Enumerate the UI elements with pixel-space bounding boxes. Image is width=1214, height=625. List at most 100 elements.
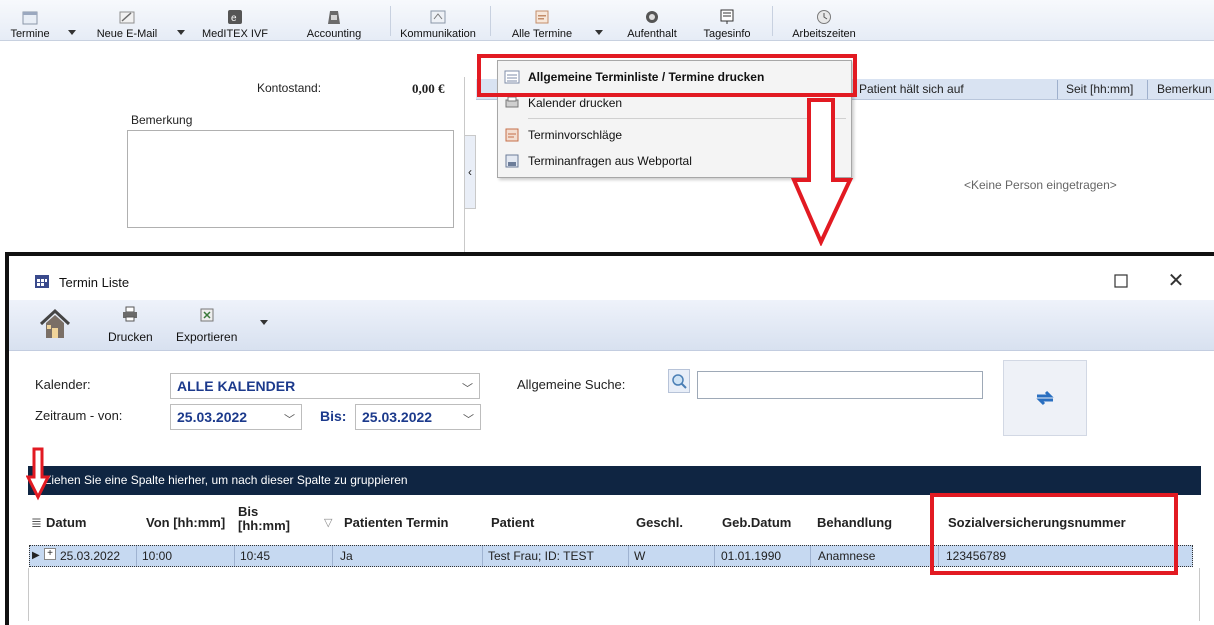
termine-dropdown-arrow[interactable] (68, 30, 76, 35)
neue-email-label: Neue E-Mail (96, 28, 158, 40)
chevron-down-icon: ﹀ (463, 414, 474, 426)
chevron-down-icon: ﹀ (284, 414, 295, 426)
close-icon[interactable]: ✕ (1165, 270, 1187, 292)
cell-patient: Test Frau; ID: TEST (488, 549, 594, 563)
column-header-behandlung[interactable]: Behandlung (817, 515, 892, 530)
accounting-button[interactable]: Accounting (298, 4, 370, 40)
grid-empty-area (28, 568, 1200, 621)
column-chooser-icon[interactable]: ≣ (31, 515, 42, 531)
drucken-button[interactable]: Drucken (108, 306, 153, 344)
kontostand-value: 0,00 € (412, 81, 445, 96)
alle-termine-dropdown-arrow[interactable] (595, 30, 603, 35)
exportieren-label: Exportieren (176, 330, 238, 344)
kalender-select[interactable]: ALLE KALENDER ﹀ (170, 373, 480, 399)
cell-bis: 10:45 (240, 549, 271, 563)
clock-icon (816, 9, 832, 25)
menu-item-label: Kalender drucken (528, 96, 623, 110)
kalender-label: Kalender: (35, 377, 91, 392)
column-divider (1147, 80, 1148, 99)
menu-item-terminvorschlaege[interactable]: Terminvorschläge (504, 125, 622, 145)
alle-termine-button[interactable]: Alle Termine (503, 4, 581, 40)
neue-email-dropdown-arrow[interactable] (177, 30, 185, 35)
cell-divider (628, 546, 629, 566)
kommunikation-label: Kommunikation (400, 28, 476, 40)
column-header-geschl[interactable]: Geschl. (636, 515, 683, 530)
email-icon (119, 9, 135, 25)
annotation-highlight-menu (477, 54, 857, 97)
column-header-patient[interactable]: Patient (491, 515, 534, 530)
cell-datum: 25.03.2022 (60, 549, 121, 563)
export-dropdown-arrow[interactable] (260, 320, 268, 325)
collapse-panel-handle[interactable]: ‹ (464, 135, 476, 209)
cell-divider (136, 546, 137, 566)
meditex-ivf-button[interactable]: e MedITEX IVF (201, 4, 269, 40)
cell-divider (482, 546, 483, 566)
calendar-list-icon (534, 9, 550, 25)
bemerkung-textarea[interactable] (127, 130, 454, 228)
bis-label: Bis: (320, 408, 347, 424)
search-input[interactable] (697, 371, 983, 399)
print-calendar-icon (504, 95, 520, 111)
column-header-patienten-termin[interactable]: Patienten Termin (344, 515, 449, 530)
menu-item-label: Terminvorschläge (528, 128, 623, 142)
annotation-small-down-arrow (26, 447, 50, 501)
refresh-icon (1034, 388, 1056, 408)
drucken-label: Drucken (108, 330, 153, 344)
menu-item-terminanfragen-webportal[interactable]: Terminanfragen aus Webportal (504, 151, 692, 171)
tagesinfo-label: Tagesinfo (703, 28, 751, 40)
date-to-value: 25.03.2022 (362, 409, 433, 425)
menu-item-label: Terminanfragen aus Webportal (528, 154, 692, 168)
column-header-geb-datum[interactable]: Geb.Datum (722, 515, 791, 530)
refresh-button[interactable] (1003, 360, 1087, 436)
column-header-seit[interactable]: Seit [hh:mm] (1066, 82, 1133, 96)
column-header-von[interactable]: Von [hh:mm] (146, 515, 225, 530)
column-header-patient-haelt-sich-auf[interactable]: Patient hält sich auf (859, 82, 964, 96)
kommunikation-button[interactable]: Kommunikation (393, 4, 483, 40)
exportieren-button[interactable]: Exportieren (176, 306, 237, 344)
neue-email-button[interactable]: Neue E-Mail (90, 4, 164, 40)
allgemeine-suche-label: Allgemeine Suche: (517, 377, 626, 392)
alle-termine-label: Alle Termine (511, 28, 573, 40)
calendar-icon (22, 9, 38, 25)
cell-geb-datum: 01.01.1990 (721, 549, 782, 563)
sort-indicator-icon: ▽ (324, 517, 333, 529)
empty-presence-text: <Keine Person eingetragen> (964, 178, 1117, 192)
column-divider (1057, 80, 1058, 99)
termine-label: Termine (10, 28, 50, 40)
search-icon[interactable] (668, 369, 690, 393)
date-from-select[interactable]: 25.03.2022 ﹀ (170, 404, 302, 430)
row-indicator-icon: ▶ (32, 550, 40, 561)
group-by-hint: Ziehen Sie eine Spalte hierher, um nach … (44, 473, 408, 487)
communication-icon (430, 9, 446, 25)
web-request-icon (504, 153, 520, 169)
cell-divider (714, 546, 715, 566)
column-header-bemerkung[interactable]: Bemerkun (1157, 82, 1212, 96)
aufenthalt-button[interactable]: Aufenthalt (617, 4, 687, 40)
accounting-icon (326, 9, 342, 25)
meditex-ivf-label: MedITEX IVF (201, 28, 269, 40)
cell-behandlung: Anamnese (818, 549, 876, 563)
toolbar-separator (772, 6, 773, 36)
termine-button[interactable]: Termine (4, 4, 56, 40)
column-header-bis[interactable]: Bis [hh:mm] (238, 505, 298, 533)
arbeitszeiten-label: Arbeitszeiten (792, 28, 856, 40)
cell-divider (234, 546, 235, 566)
arbeitszeiten-button[interactable]: Arbeitszeiten (780, 4, 868, 40)
column-header-datum[interactable]: Datum (46, 515, 86, 530)
tagesinfo-button[interactable]: Tagesinfo (697, 4, 757, 40)
aufenthalt-label: Aufenthalt (627, 28, 677, 40)
export-icon (199, 306, 215, 322)
window-titlebar (9, 256, 1214, 306)
printer-icon (122, 306, 138, 322)
kontostand-label: Kontostand: (257, 81, 322, 95)
annotation-highlight-column (930, 493, 1178, 575)
date-from-value: 25.03.2022 (177, 409, 248, 425)
expand-row-icon[interactable]: + (44, 548, 56, 560)
home-icon[interactable] (37, 306, 73, 342)
presence-icon (644, 9, 660, 25)
window-title: Termin Liste (59, 275, 130, 290)
maximize-icon[interactable] (1112, 272, 1130, 290)
toolbar-separator (490, 6, 491, 36)
cell-von: 10:00 (142, 549, 173, 563)
date-to-select[interactable]: 25.03.2022 ﹀ (355, 404, 481, 430)
